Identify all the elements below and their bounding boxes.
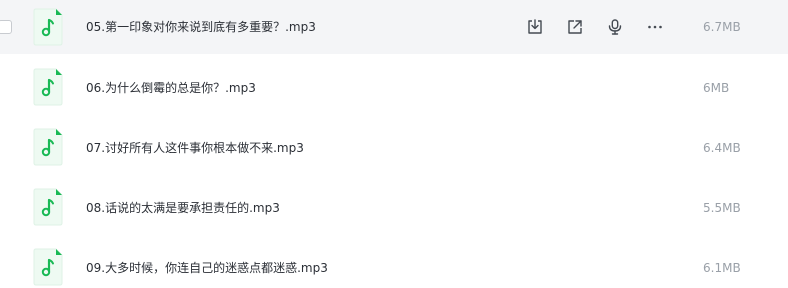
file-row[interactable]: 05.第一印象对你来说到底有多重要？.mp3 6.7MB (0, 0, 788, 54)
audio-file-icon (33, 248, 63, 286)
audio-file-icon (33, 128, 63, 166)
file-name[interactable]: 09.大多时候，你连自己的迷惑点都迷惑.mp3 (86, 260, 328, 276)
file-size: 5.5MB (703, 201, 741, 215)
voice-icon[interactable] (604, 16, 626, 38)
file-name[interactable]: 08.话说的太满是要承担责任的.mp3 (86, 200, 280, 216)
file-size: 6MB (703, 81, 730, 95)
file-name[interactable]: 07.讨好所有人这件事你根本做不来.mp3 (86, 140, 304, 156)
download-icon[interactable] (524, 16, 546, 38)
file-size: 6.4MB (703, 141, 741, 155)
more-icon[interactable] (644, 16, 666, 38)
file-row[interactable]: 08.话说的太满是要承担责任的.mp3 5.5MB (0, 178, 788, 238)
file-list: 05.第一印象对你来说到底有多重要？.mp3 6.7MB 06.为什么倒霉的总是… (0, 0, 788, 288)
row-checkbox[interactable] (0, 20, 12, 34)
audio-file-icon (33, 8, 63, 46)
audio-file-icon (33, 68, 63, 106)
row-actions (524, 16, 684, 38)
file-name[interactable]: 05.第一印象对你来说到底有多重要？.mp3 (86, 19, 316, 35)
share-icon[interactable] (564, 16, 586, 38)
file-row[interactable]: 09.大多时候，你连自己的迷惑点都迷惑.mp3 6.1MB (0, 238, 788, 288)
file-size: 6.7MB (703, 20, 741, 34)
file-row[interactable]: 07.讨好所有人这件事你根本做不来.mp3 6.4MB (0, 118, 788, 178)
file-size: 6.1MB (703, 261, 741, 275)
file-row[interactable]: 06.为什么倒霉的总是你？.mp3 6MB (0, 58, 788, 118)
audio-file-icon (33, 188, 63, 226)
file-name[interactable]: 06.为什么倒霉的总是你？.mp3 (86, 80, 256, 96)
